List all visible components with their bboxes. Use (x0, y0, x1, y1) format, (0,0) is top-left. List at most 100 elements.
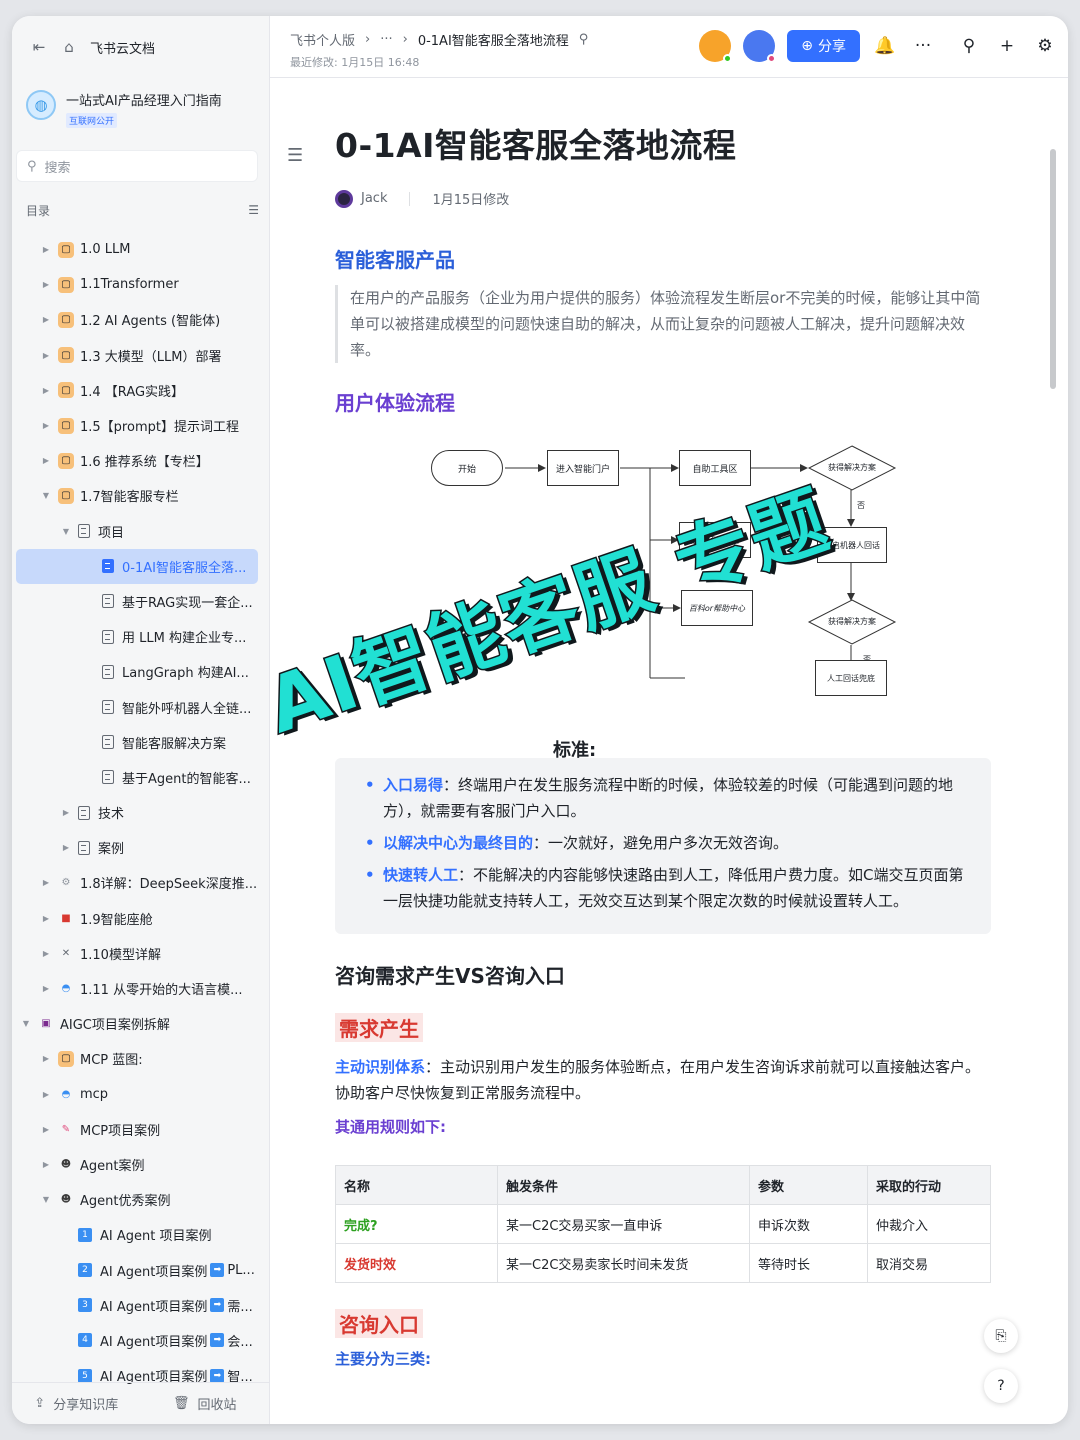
author-name[interactable]: Jack (361, 191, 387, 206)
toc-item-agent-case-2[interactable]: 2 AI Agent项目案例 ➡ PL... (12, 1252, 269, 1287)
robot-icon: ☻ (60, 1158, 72, 1170)
flow-decision-1-label: 获得解决方案 (828, 463, 876, 472)
toc-item-agent-cs[interactable]: 基于Agent的智能客... (12, 760, 269, 795)
chevron-right-icon[interactable]: ▶ (40, 245, 52, 254)
toc-item-mcp-cases[interactable]: ▶ ✎ MCP项目案例 (12, 1112, 269, 1147)
gear-icon[interactable]: ⚙ (1032, 36, 1058, 56)
rules-label: 其通用规则如下: (335, 1118, 446, 1136)
knowledge-base-header[interactable]: ◍ 一站式AI产品经理入门指南 互联网公开 (12, 78, 269, 144)
document-icon: ⎘ (995, 1328, 1007, 1344)
toc-item-llm[interactable]: 用 LLM 构建企业专... (12, 619, 269, 654)
toc-item-callbot[interactable]: 智能外呼机器人全链... (12, 689, 269, 724)
chevron-right-icon[interactable]: ▶ (40, 351, 52, 360)
chevron-right-icon[interactable]: ▶ (40, 878, 52, 887)
flow-portal-node: 进入智能门户 (547, 450, 619, 486)
chevron-right-icon[interactable]: ▶ (40, 386, 52, 395)
breadcrumb-more[interactable]: ··· (380, 32, 392, 47)
chevron-down-icon[interactable]: ▼ (60, 527, 72, 536)
chevron-right-icon[interactable]: ▶ (60, 808, 72, 817)
breadcrumb: 飞书个人版 › ··· › 0-1AI智能客服全落地流程 ⚲ (290, 30, 588, 49)
chevron-right-icon[interactable]: ▶ (40, 1125, 52, 1134)
toc-item-1-10[interactable]: ▶ ✕ 1.10模型详解 (12, 936, 269, 971)
breadcrumb-current[interactable]: 0-1AI智能客服全落地流程 (418, 30, 569, 49)
list-view-icon[interactable]: ☰ (248, 203, 259, 217)
toc-item-agent-case-4[interactable]: 4 AI Agent项目案例 ➡ 会... (12, 1323, 269, 1358)
avatar[interactable] (743, 30, 777, 63)
pin-icon[interactable]: ⚲ (579, 32, 589, 47)
help-button[interactable]: ? (984, 1369, 1018, 1403)
breadcrumb-root[interactable]: 飞书个人版 (290, 30, 355, 49)
chevron-right-icon[interactable]: ▶ (40, 315, 52, 324)
toc-item-langgraph[interactable]: LangGraph 构建AI... (12, 654, 269, 689)
search-placeholder: 搜索 (44, 160, 71, 176)
avatar[interactable] (335, 189, 353, 208)
search-input[interactable]: ⚲ 搜索 (16, 150, 258, 182)
toc-item-agent-best[interactable]: ▼ ☻ Agent优秀案例 (12, 1182, 269, 1217)
chevron-right-icon[interactable]: ▶ (40, 984, 52, 993)
chevron-down-icon[interactable]: ▼ (40, 491, 52, 500)
table-cell: 取消交易 (867, 1243, 991, 1283)
collapse-sidebar-icon[interactable]: ⇤ (30, 38, 48, 56)
toc-item-1-8[interactable]: ▶ ⚙ 1.8详解：DeepSeek深度推... (12, 865, 269, 900)
toc-item-mcp[interactable]: ▶ ◓ mcp (12, 1077, 269, 1112)
search-icon[interactable]: ⚲ (956, 36, 982, 56)
chevron-right-icon[interactable]: ▶ (40, 456, 52, 465)
bell-icon[interactable]: 🔔 (872, 36, 898, 56)
toc-item-1-4[interactable]: ▶ ▢ 1.4 【RAG实践】 (12, 373, 269, 408)
toc-item-1-9[interactable]: ▶ ■ 1.9智能座舱 (12, 901, 269, 936)
home-label[interactable]: 飞书云文档 (90, 38, 155, 57)
chevron-right-icon[interactable]: ▶ (60, 843, 72, 852)
floppy-icon: ▣ (41, 1018, 51, 1030)
three-types-label: 主要分为三类: (335, 1350, 431, 1368)
toc-item-1-5[interactable]: ▶ ▢ 1.5【prompt】提示词工程 (12, 408, 269, 443)
header-actions: ⊕ 分享 🔔 ··· ⚲ + ⚙ (699, 30, 1058, 63)
chevron-down-icon[interactable]: ▼ (40, 1195, 52, 1204)
question-icon: ? (997, 1378, 1005, 1394)
more-icon[interactable]: ··· (910, 36, 936, 56)
toc-item-solution[interactable]: 智能客服解决方案 (12, 725, 269, 760)
avatar[interactable] (699, 30, 733, 63)
doc-icon (102, 559, 114, 574)
toc-item-1-7[interactable]: ▼ ▢ 1.7智能客服专栏 (12, 478, 269, 513)
ufo-icon: ◓ (61, 1088, 71, 1100)
share-button[interactable]: ⊕ 分享 (787, 30, 860, 62)
folder-orange-icon: ▢ (58, 241, 74, 258)
flow-decision-2-label: 获得解决方案 (828, 617, 876, 626)
toc-item-aigc[interactable]: ▼ ▣ AIGC项目案例拆解 (12, 1006, 269, 1041)
toc-item-mcp-blueprint[interactable]: ▶ ▢ MCP 蓝图: (12, 1041, 269, 1076)
chevron-right-icon[interactable]: ▶ (40, 421, 52, 430)
toc-item-1-1[interactable]: ▶ ▢ 1.1Transformer (12, 267, 269, 302)
home-icon[interactable]: ⌂ (60, 38, 78, 56)
chevron-right-icon[interactable]: ▶ (40, 914, 52, 923)
copy-doc-button[interactable]: ⎘ (984, 1319, 1018, 1353)
table-header: 名称 (335, 1165, 498, 1205)
toc-item-current-doc[interactable]: 0-1AI智能客服全落... (16, 548, 258, 584)
toc-item-1-3[interactable]: ▶ ▢ 1.3 大模型（LLM）部署 (12, 338, 269, 373)
chevron-right-icon[interactable]: ▶ (40, 1090, 52, 1099)
scrollbar[interactable] (1050, 149, 1056, 389)
toc-item-1-2[interactable]: ▶ ▢ 1.2 AI Agents (智能体) (12, 302, 269, 337)
toc-item-agent-cases[interactable]: ▶ ☻ Agent案例 (12, 1147, 269, 1182)
toc-item-agent-case-1[interactable]: 1 AI Agent 项目案例 (12, 1217, 269, 1252)
flow-start-node: 开始 (431, 450, 503, 486)
toc-item-tech[interactable]: ▶ 技术 (12, 795, 269, 830)
chevron-right-icon[interactable]: ▶ (40, 949, 52, 958)
toc-item-1-0[interactable]: ▶ ▢ 1.0 LLM (12, 232, 269, 267)
outline-icon[interactable]: ☰ (287, 145, 303, 166)
table-header: 触发条件 (497, 1165, 750, 1205)
recycle-bin-button[interactable]: 🗑 回收站 (141, 1394, 270, 1413)
chevron-right-icon[interactable]: ▶ (40, 1160, 52, 1169)
chevron-right-icon[interactable]: ▶ (40, 1054, 52, 1063)
toc-item-1-11[interactable]: ▶ ◓ 1.11 从零开始的大语言模... (12, 971, 269, 1006)
share-kb-button[interactable]: ⇪ 分享知识库 (12, 1394, 141, 1413)
table-cell: 等待时长 (749, 1243, 868, 1283)
chevron-right-icon[interactable]: ▶ (40, 280, 52, 289)
chevron-down-icon[interactable]: ▼ (20, 1019, 32, 1028)
plus-icon[interactable]: + (994, 36, 1020, 56)
last-modified: 最近修改: 1月15日 16:48 (290, 56, 420, 69)
toc-item-agent-case-3[interactable]: 3 AI Agent项目案例 ➡ 需... (12, 1288, 269, 1323)
toc-item-1-6[interactable]: ▶ ▢ 1.6 推荐系统【专栏】 (12, 443, 269, 478)
toc-item-case[interactable]: ▶ 案例 (12, 830, 269, 865)
toc-item-rag[interactable]: 基于RAG实现一套企... (12, 584, 269, 619)
toc-item-project[interactable]: ▼ 项目 (12, 514, 269, 549)
